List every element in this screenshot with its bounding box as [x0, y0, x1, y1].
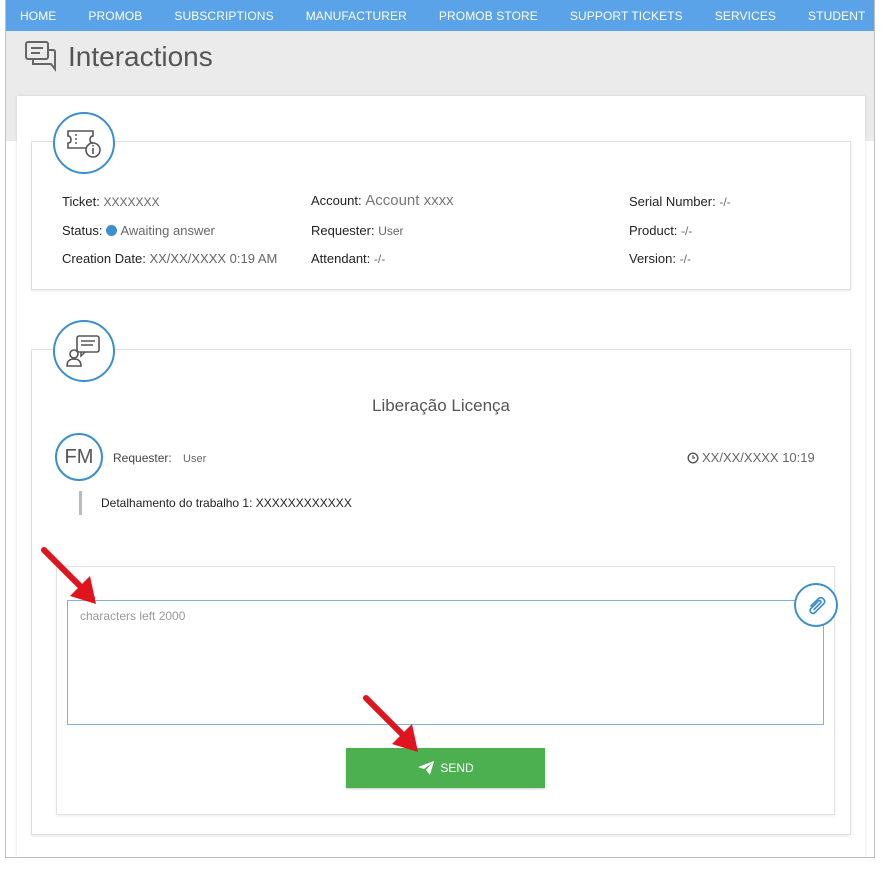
serial-label: Serial Number:: [629, 194, 716, 209]
serial-row: Serial Number: -/-: [629, 194, 731, 209]
nav-promob-store[interactable]: PROMOB STORE: [423, 9, 554, 23]
message-requester-value: User: [183, 453, 207, 465]
reply-box: SEND: [56, 566, 835, 815]
requester-value: User: [378, 224, 404, 238]
paper-plane-icon: [418, 761, 435, 775]
nav-support-tickets[interactable]: SUPPORT TICKETS: [554, 9, 699, 23]
ticket-badge: [53, 112, 115, 174]
ticket-info-icon: [67, 130, 101, 158]
ticket-value: XXXXXXX: [103, 195, 160, 209]
message-requester-label: Requester:: [113, 451, 172, 465]
requester-row: Requester: User: [311, 223, 404, 238]
nav-student[interactable]: STUDENT: [792, 9, 874, 23]
page-title: Interactions: [68, 41, 213, 72]
user-chat-icon: [66, 335, 100, 367]
page-header: Interactions: [24, 40, 213, 74]
status-value: Awaiting answer: [120, 223, 215, 238]
timestamp-text: XX/XX/XXXX 10:19: [702, 450, 815, 465]
top-navigation: HOME PROMOB SUBSCRIPTIONS MANUFACTURER P…: [6, 0, 874, 31]
account-value: Account xxxx: [365, 192, 454, 209]
serial-value: -/-: [719, 195, 731, 209]
ticket-number-row: Ticket: XXXXXXX: [62, 194, 159, 209]
nav-promob[interactable]: PROMOB: [72, 9, 158, 23]
creation-date-value: XX/XX/XXXX 0:19 AM: [149, 251, 278, 266]
attendant-label: Attendant:: [311, 251, 371, 266]
conversation-card: Liberação Licença FM Requester: User XX/…: [31, 349, 851, 835]
content-panel: Ticket: XXXXXXX Status: Awaiting answer C…: [17, 96, 865, 857]
attendant-row: Attendant: -/-: [311, 251, 385, 266]
account-label: Account:: [311, 193, 362, 208]
message-quote: [79, 491, 82, 515]
message-text: Detalhamento do trabalho 1: XXXXXXXXXXXX: [101, 496, 352, 510]
version-value: -/-: [679, 252, 691, 266]
annotation-arrow-send: [363, 695, 418, 752]
version-label: Version:: [629, 251, 676, 266]
interactions-icon: [25, 41, 56, 72]
account-row: Account: Account xxxx: [311, 192, 454, 209]
product-label: Product:: [629, 223, 678, 238]
product-value: -/-: [681, 224, 693, 238]
status-dot-icon: [106, 225, 118, 236]
message-timestamp: XX/XX/XXXX 10:19: [687, 450, 815, 465]
requester-label: Requester:: [311, 223, 375, 238]
status-row: Status: Awaiting answer: [62, 223, 215, 238]
send-label: SEND: [440, 761, 474, 775]
conversation-title: Liberação Licença: [372, 396, 510, 415]
product-row: Product: -/-: [629, 223, 692, 238]
attendant-value: -/-: [373, 252, 386, 266]
message-requester: Requester: User: [113, 451, 206, 465]
attach-button[interactable]: [794, 583, 838, 627]
annotation-arrow-textarea: [41, 547, 96, 604]
nav-manufacturer[interactable]: MANUFACTURER: [290, 9, 423, 23]
avatar: FM: [55, 433, 103, 481]
version-row: Version: -/-: [629, 251, 691, 266]
paperclip-icon: [809, 596, 826, 615]
nav-services[interactable]: SERVICES: [699, 9, 792, 23]
nav-subscriptions[interactable]: SUBSCRIPTIONS: [158, 9, 289, 23]
ticket-label: Ticket:: [62, 194, 100, 209]
app-frame: HOME PROMOB SUBSCRIPTIONS MANUFACTURER P…: [5, 0, 875, 858]
creation-date-label: Creation Date:: [62, 251, 146, 266]
creation-date-row: Creation Date: XX/XX/XXXX 0:19 AM: [62, 251, 277, 266]
reply-textarea[interactable]: [67, 600, 824, 725]
status-label: Status:: [62, 223, 103, 238]
nav-home[interactable]: HOME: [6, 9, 72, 23]
clock-icon: [687, 451, 699, 464]
ticket-details-card: Ticket: XXXXXXX Status: Awaiting answer C…: [31, 141, 851, 290]
conversation-badge: [53, 320, 115, 382]
